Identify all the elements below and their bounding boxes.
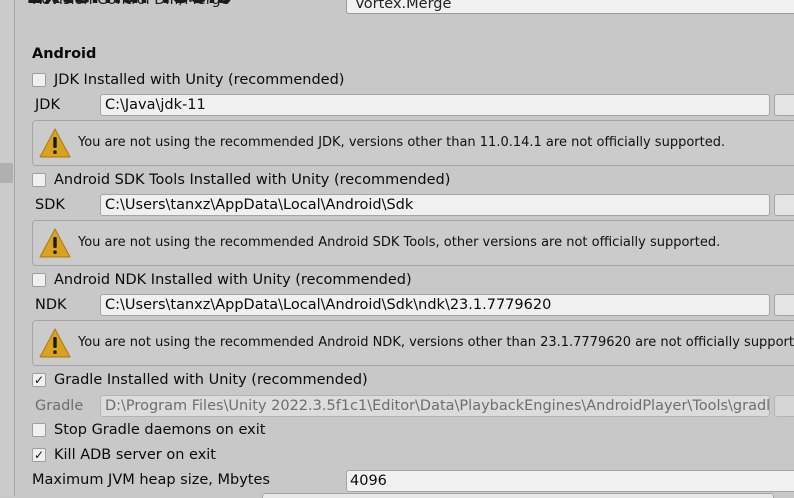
revision-control-label: Revision Control Diff/Merge: [32, 0, 230, 8]
gradle-path-input: D:\Program Files\Unity 2022.3.5f1c1\Edit…: [100, 395, 770, 417]
stop-gradle-toggle[interactable]: Stop Gradle daemons on exit: [32, 422, 265, 438]
sdk-field-label: SDK: [35, 197, 65, 213]
ndk-warning-box: You are not using the recommended Androi…: [32, 320, 794, 366]
stop-gradle-checkbox[interactable]: [32, 423, 46, 437]
jdk-field-label: JDK: [35, 97, 60, 113]
warning-icon: [39, 128, 71, 158]
sdk-installed-toggle[interactable]: Android SDK Tools Installed with Unity (…: [32, 172, 450, 188]
gradle-field-label: Gradle: [35, 398, 84, 414]
stop-gradle-label: Stop Gradle daemons on exit: [54, 422, 266, 438]
kill-adb-label: Kill ADB server on exit: [54, 447, 216, 463]
ndk-installed-checkbox[interactable]: [32, 273, 46, 287]
gradle-installed-checkbox[interactable]: ✓: [32, 373, 46, 387]
ndk-installed-toggle[interactable]: Android NDK Installed with Unity (recomm…: [32, 272, 412, 288]
preferences-panel: External Tools Revision Control Diff/Mer…: [15, 0, 794, 498]
warning-icon: [39, 328, 71, 358]
jdk-installed-checkbox[interactable]: [32, 73, 46, 87]
gradle-installed-label: Gradle Installed with Unity (recommended…: [54, 372, 368, 388]
gradle-installed-toggle[interactable]: ✓ Gradle Installed with Unity (recommend…: [32, 372, 368, 388]
jdk-path-input[interactable]: C:\Java\jdk-11: [100, 94, 770, 116]
sdk-installed-checkbox[interactable]: [32, 173, 46, 187]
gradle-browse-button: [774, 395, 794, 417]
jdk-warning-box: You are not using the recommended JDK, v…: [32, 120, 794, 166]
scroll-thumb[interactable]: [0, 163, 13, 183]
ndk-browse-button[interactable]: [774, 294, 794, 316]
sdk-browse-button[interactable]: [774, 194, 794, 216]
jdk-browse-button[interactable]: [774, 94, 794, 116]
jdk-installed-label: JDK Installed with Unity (recommended): [54, 72, 345, 88]
ndk-path-input[interactable]: C:\Users\tanxz\AppData\Local\Android\Sdk…: [100, 294, 770, 316]
left-scroll-strip[interactable]: [0, 0, 15, 496]
jdk-installed-toggle[interactable]: JDK Installed with Unity (recommended): [32, 72, 344, 88]
sdk-warning-box: You are not using the recommended Androi…: [32, 220, 794, 266]
ndk-warning-text: You are not using the recommended Androi…: [78, 335, 794, 350]
kill-adb-toggle[interactable]: ✓ Kill ADB server on exit: [32, 447, 216, 463]
revision-control-dropdown[interactable]: Vortex.Merge: [346, 0, 794, 14]
android-section-label: Android: [32, 46, 97, 62]
warning-icon: [39, 228, 71, 258]
sdk-warning-text: You are not using the recommended Androi…: [78, 235, 721, 250]
jvm-heap-label: Maximum JVM heap size, Mbytes: [32, 472, 270, 488]
sdk-installed-label: Android SDK Tools Installed with Unity (…: [54, 172, 451, 188]
kill-adb-checkbox[interactable]: ✓: [32, 448, 46, 462]
ndk-installed-label: Android NDK Installed with Unity (recomm…: [54, 272, 412, 288]
jvm-heap-input[interactable]: 4096: [346, 470, 794, 492]
ndk-field-label: NDK: [35, 297, 67, 313]
jdk-warning-text: You are not using the recommended JDK, v…: [78, 135, 726, 150]
sdk-path-input[interactable]: C:\Users\tanxz\AppData\Local\Android\Sdk: [100, 194, 770, 216]
